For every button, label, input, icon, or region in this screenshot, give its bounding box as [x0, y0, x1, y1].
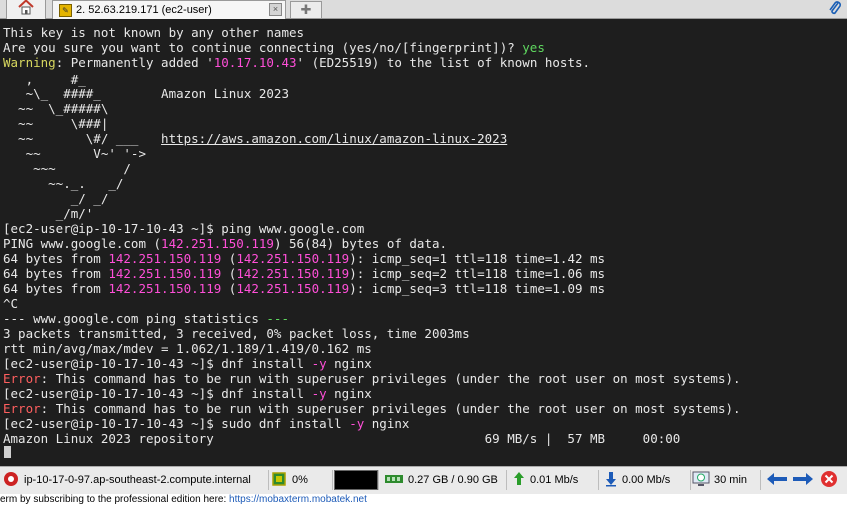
plus-icon: ✚ — [300, 2, 312, 17]
status-memory[interactable]: 0.27 GB / 0.90 GB — [384, 470, 507, 490]
new-tab-button[interactable]: ✚ — [290, 1, 322, 18]
terminal-line: 64 bytes from 142.251.150.119 (142.251.1… — [3, 251, 606, 266]
ssh-session-icon: ✎ — [59, 3, 72, 17]
ascii-art-line: ~~ \#/ ___ https://aws.amazon.com/linux/… — [3, 131, 508, 146]
footer-banner: erm by subscribing to the professional e… — [0, 494, 847, 505]
download-label: 0.00 Mb/s — [622, 474, 671, 486]
terminal-line: Are you sure you want to continue connec… — [3, 40, 545, 55]
ascii-art-line: ~~ \###| — [3, 116, 109, 131]
ascii-art-line: ~~._. _/ — [3, 176, 124, 191]
terminal-line: PING www.google.com (142.251.150.119) 56… — [3, 236, 448, 251]
ascii-art-line: _/ _/ — [3, 191, 109, 206]
status-timer[interactable]: 30 min — [692, 470, 761, 490]
status-host[interactable]: ip-10-17-0-97.ap-southeast-2.compute.int… — [2, 470, 269, 490]
cpu-graph — [334, 470, 379, 490]
terminal-line: [ec2-user@ip-10-17-10-43 ~]$ dnf install… — [3, 386, 372, 401]
memory-label: 0.27 GB / 0.90 GB — [408, 474, 498, 486]
footer-link[interactable]: https://mobaxterm.mobatek.net — [229, 494, 367, 505]
terminal-output[interactable]: This key is not known by any other names… — [0, 19, 847, 465]
ascii-art-line: ~~ V~' '-> — [3, 146, 146, 161]
session-nav — [766, 470, 838, 490]
footer-text: erm by subscribing to the professional e… — [0, 494, 230, 505]
tab-session[interactable]: ✎ 2. 52.63.219.171 (ec2-user) — [52, 0, 286, 19]
cpu-icon — [270, 471, 288, 490]
ascii-art-line: , #_ — [3, 72, 86, 87]
linux-icon — [2, 471, 20, 490]
paperclip-icon[interactable] — [827, 0, 843, 16]
amazon-linux-link[interactable]: https://aws.amazon.com/linux/amazon-linu… — [161, 131, 507, 146]
terminal-line: Amazon Linux 2023 repository 69 MB/s | 5… — [3, 431, 681, 446]
tab-session-label: 2. 52.63.219.171 (ec2-user) — [76, 4, 212, 16]
terminal-line: 64 bytes from 142.251.150.119 (142.251.1… — [3, 281, 606, 296]
upload-arrow-icon — [512, 471, 526, 490]
cpu-graph-canvas — [334, 470, 378, 490]
terminal-line: ^C — [3, 296, 19, 311]
ascii-art-line: ~~ \_#####\ — [3, 101, 109, 116]
upload-label: 0.01 Mb/s — [530, 474, 579, 486]
ascii-art-line: ~\_ ####_ Amazon Linux 2023 — [3, 86, 289, 101]
ascii-art-line: ~~~ / — [3, 161, 131, 176]
close-icon[interactable] — [820, 470, 838, 491]
terminal-line: Error: This command has to be run with s… — [3, 401, 741, 416]
status-cpu[interactable]: 0% — [270, 470, 333, 490]
terminal-line: This key is not known by any other names — [3, 25, 305, 40]
download-arrow-icon — [604, 471, 618, 490]
status-upload[interactable]: 0.01 Mb/s — [512, 470, 599, 490]
memory-icon — [384, 472, 404, 489]
tab-close-button[interactable]: × — [269, 3, 282, 16]
timer-label: 30 min — [714, 474, 748, 486]
terminal-line: 64 bytes from 142.251.150.119 (142.251.1… — [3, 266, 606, 281]
tab-bar: ✎ 2. 52.63.219.171 (ec2-user) × ✚ — [0, 0, 847, 19]
terminal-line: [ec2-user@ip-10-17-10-43 ~]$ sudo dnf in… — [3, 416, 410, 431]
home-tab[interactable] — [6, 0, 46, 19]
terminal-line: 3 packets transmitted, 3 received, 0% pa… — [3, 326, 470, 341]
terminal-cursor — [4, 446, 11, 458]
arrow-right-icon[interactable] — [792, 472, 814, 489]
cpu-label: 0% — [292, 474, 308, 486]
home-icon — [17, 0, 35, 19]
terminal-line: [ec2-user@ip-10-17-10-43 ~]$ ping www.go… — [3, 221, 365, 236]
status-download[interactable]: 0.00 Mb/s — [604, 470, 691, 490]
terminal-line: Warning: Permanently added '10.17.10.43'… — [3, 55, 591, 70]
ascii-art-line: _/m/' — [3, 206, 94, 221]
arrow-left-icon[interactable] — [766, 472, 788, 489]
terminal-line: Error: This command has to be run with s… — [3, 371, 741, 386]
monitor-clock-icon — [692, 471, 710, 490]
terminal-line: rtt min/avg/max/mdev = 1.062/1.189/1.419… — [3, 341, 372, 356]
status-bar: ip-10-17-0-97.ap-southeast-2.compute.int… — [0, 466, 847, 494]
host-label: ip-10-17-0-97.ap-southeast-2.compute.int… — [24, 474, 251, 486]
terminal-line: [ec2-user@ip-10-17-10-43 ~]$ dnf install… — [3, 356, 372, 371]
terminal-line: --- www.google.com ping statistics --- — [3, 311, 289, 326]
